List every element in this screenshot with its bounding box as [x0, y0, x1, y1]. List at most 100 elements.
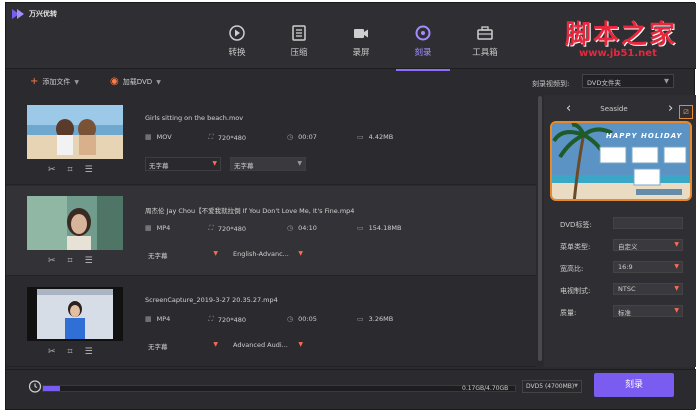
resize-icon: ⛶: [208, 224, 213, 232]
disc-type-value: DVD5 (4700MB): [526, 383, 575, 390]
tab-convert[interactable]: 转换: [206, 21, 268, 69]
tab-record[interactable]: 录屏: [330, 21, 392, 69]
prop-label: 菜单类型:: [560, 243, 591, 251]
chevron-down-icon: ▼: [664, 77, 669, 85]
size-value: 4.42MB: [368, 133, 394, 141]
disc-type-select[interactable]: DVD5 (4700MB) ▼: [522, 380, 582, 393]
preview-title: HAPPY HOLIDAY: [606, 132, 683, 140]
tv-standard-select[interactable]: NTSC ▼: [613, 283, 683, 295]
scissors-icon[interactable]: ✂: [48, 165, 56, 175]
clock-icon: ◷: [287, 315, 294, 323]
template-preview[interactable]: HAPPY HOLIDAY: [550, 121, 692, 201]
resolution-info: ⛶ 720*480: [208, 224, 246, 233]
record-icon: [354, 29, 368, 38]
scissors-icon[interactable]: ✂: [48, 256, 56, 266]
format-value: MP4: [156, 224, 171, 232]
burn-button[interactable]: 刻录: [594, 373, 674, 397]
dvd-label-input[interactable]: [613, 217, 683, 229]
watermark-url: www.jb51.net: [579, 48, 657, 59]
chevron-down-icon[interactable]: ▼: [74, 79, 79, 86]
folder-icon: ▭: [357, 224, 364, 232]
chevron-down-icon: ▼: [674, 241, 679, 248]
resize-icon: ⛶: [208, 315, 213, 323]
audio-select[interactable]: 无字幕 ▼: [230, 157, 306, 171]
film-icon: ▦: [145, 224, 152, 232]
chevron-down-icon: ▼: [674, 263, 679, 270]
format-value: MP4: [156, 315, 171, 323]
audio-select[interactable]: Advanced Audi... ▼: [230, 339, 306, 353]
site-watermark: 脚本之家 www.jb51.net: [565, 14, 697, 68]
app-title: 万兴优转: [29, 10, 57, 18]
prop-label: 质量:: [560, 309, 577, 317]
film-icon: ▦: [145, 133, 152, 141]
menu-type-select[interactable]: 自定义 ▼: [613, 239, 683, 251]
format-value: MOV: [156, 133, 172, 141]
video-thumbnail[interactable]: [27, 196, 123, 250]
template-name: Seaside: [600, 105, 628, 113]
tab-burn[interactable]: 刻录: [392, 21, 454, 71]
load-dvd-button[interactable]: ◉ 加载DVD ▼: [110, 77, 161, 87]
disc-usage-fill: [43, 386, 60, 391]
chevron-down-icon[interactable]: ▼: [156, 79, 161, 86]
burn-target-select[interactable]: DVD文件夹 ▼: [582, 74, 674, 88]
aspect-ratio-select[interactable]: 16:9 ▼: [613, 261, 683, 273]
file-name: Girls sitting on the beach.mov: [145, 114, 244, 122]
convert-icon: [229, 25, 245, 41]
subtitle-value: 无字幕: [148, 252, 168, 260]
tab-compress[interactable]: 压缩: [268, 21, 330, 69]
file-name: ScreenCapture_2019-3-27 20.35.27.mp4: [145, 296, 278, 304]
dvd-label-field: DVD标签:: [560, 217, 690, 231]
subtitle-select[interactable]: 无字幕 ▼: [145, 339, 221, 353]
menu-type-field: 菜单类型: 自定义 ▼: [560, 239, 690, 253]
scissors-icon[interactable]: ✂: [48, 347, 56, 357]
audio-select[interactable]: English-Advanc... ▼: [230, 248, 306, 262]
watermark-text: 脚本之家: [565, 20, 678, 50]
settings-sliders-icon[interactable]: ☰: [85, 347, 93, 357]
file-meta: ▦ MP4 ⛶ 720*480 ◷ 04:10 ▭ 154.18MB: [145, 224, 445, 234]
quality-field: 质量: 标准 ▼: [560, 305, 690, 319]
compress-icon: [292, 25, 306, 41]
resolution-value: 720*480: [217, 224, 246, 233]
quality-select[interactable]: 标准 ▼: [613, 305, 683, 317]
crop-icon[interactable]: ⌗: [68, 347, 73, 357]
audio-value: 无字幕: [234, 162, 254, 170]
video-thumbnail[interactable]: [27, 105, 123, 159]
format-info: ▦ MP4: [145, 224, 170, 232]
resolution-value: 720*480: [217, 133, 246, 142]
format-info: ▦ MP4: [145, 315, 170, 323]
add-file-button[interactable]: + 添加文件 ▼: [30, 77, 79, 87]
file-list-scrollbar[interactable]: [537, 96, 543, 367]
chevron-down-icon: ▼: [298, 250, 303, 257]
scrollbar-thumb[interactable]: [538, 96, 542, 361]
crop-icon[interactable]: ⌗: [68, 256, 73, 266]
tab-label: 转换: [228, 48, 246, 58]
prev-template-icon[interactable]: ‹: [566, 101, 571, 116]
next-template-icon[interactable]: ›: [668, 101, 673, 116]
app-logo: 万兴优转: [12, 9, 57, 19]
file-list: ✂ ⌗ ☰ Girls sitting on the beach.mov ▦ MO…: [6, 95, 536, 367]
edit-template-icon[interactable]: ⧄: [679, 105, 693, 119]
subtitle-value: 无字幕: [149, 162, 169, 170]
disc-icon: ◉: [110, 76, 119, 87]
disc-usage-text: 0.17GB/4.70GB: [462, 385, 509, 392]
menu-type-value: 自定义: [618, 243, 638, 251]
timer-icon[interactable]: [28, 379, 42, 393]
tab-label: 刻录: [414, 48, 432, 58]
tab-toolbox[interactable]: 工具箱: [454, 21, 516, 69]
crop-icon[interactable]: ⌗: [68, 165, 73, 175]
list-item[interactable]: ✂ ⌗ ☰ ScreenCapture_2019-3-27 20.35.27.m…: [6, 277, 536, 367]
subtitle-select[interactable]: 无字幕 ▼: [145, 248, 221, 262]
duration-info: ◷ 04:10: [287, 224, 317, 232]
settings-sliders-icon[interactable]: ☰: [85, 165, 93, 175]
chevron-down-icon: ▼: [674, 307, 679, 314]
video-thumbnail[interactable]: [27, 287, 123, 341]
chevron-down-icon: ▼: [298, 341, 303, 348]
list-item[interactable]: ✂ ⌗ ☰ Girls sitting on the beach.mov ▦ MO…: [6, 95, 536, 185]
chevron-down-icon: ▼: [574, 383, 578, 389]
burn-icon: [415, 25, 431, 41]
subtitle-select[interactable]: 无字幕 ▼: [145, 157, 221, 171]
settings-sliders-icon[interactable]: ☰: [85, 256, 93, 266]
resize-icon: ⛶: [208, 133, 213, 141]
audio-value: Advanced Audi...: [233, 341, 288, 349]
list-item[interactable]: ✂ ⌗ ☰ 周杰伦 Jay Chou【不爱我就拉倒 If You Don't L…: [6, 186, 536, 276]
